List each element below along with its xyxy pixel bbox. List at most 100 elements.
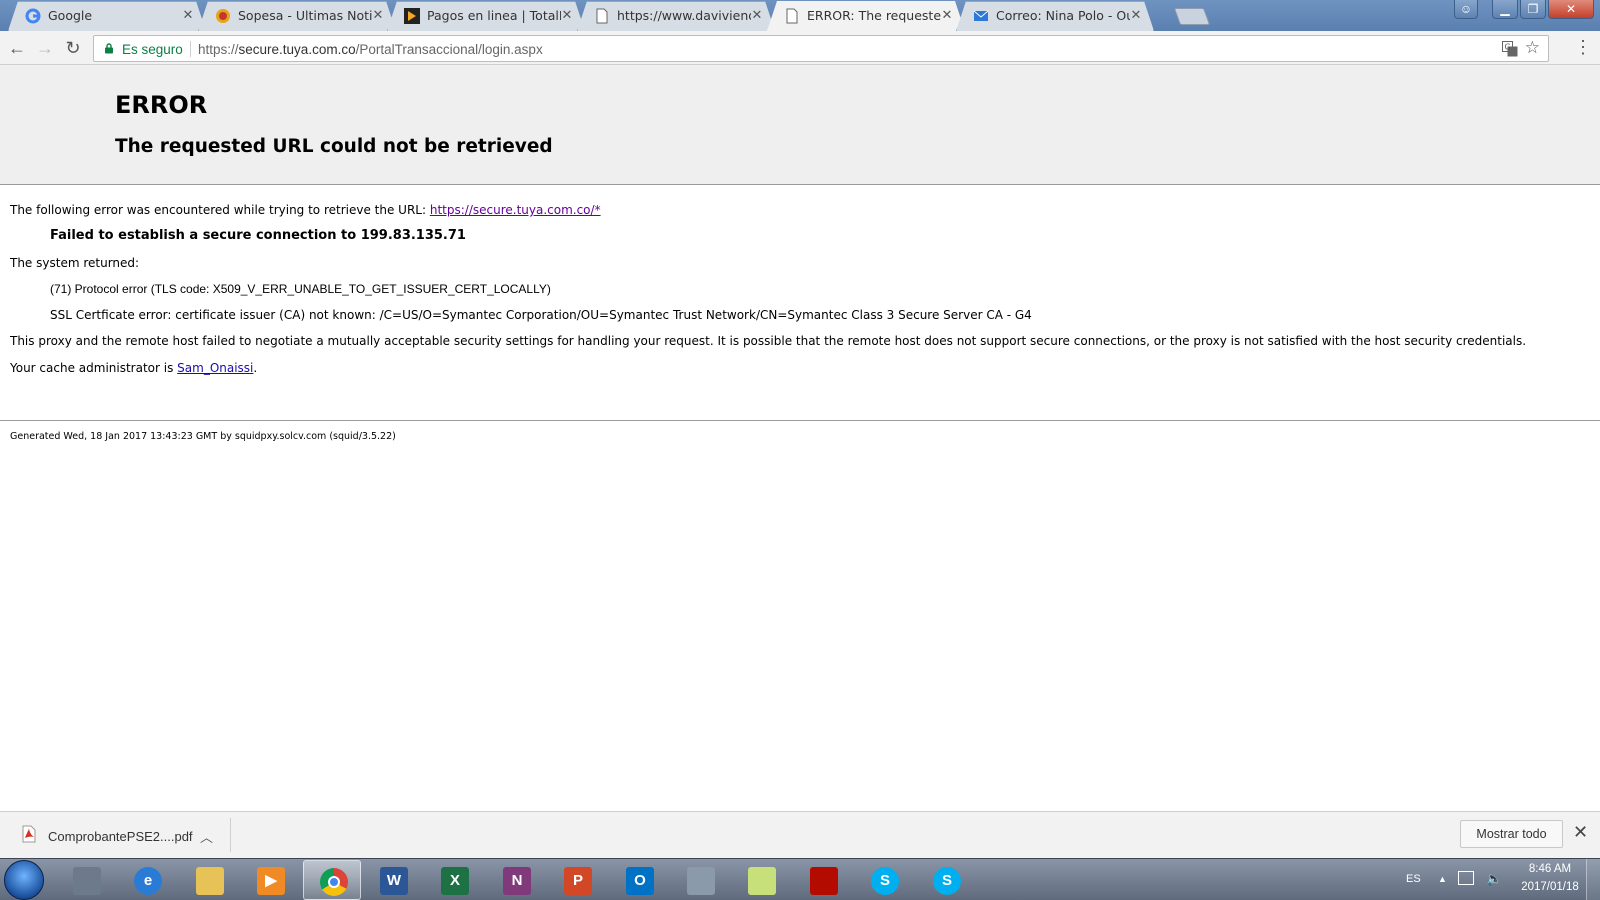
page-title: ERROR: [115, 91, 208, 119]
lock-icon: [105, 43, 113, 54]
protocol-error: (71) Protocol error (TLS code: X509_V_ER…: [50, 282, 551, 296]
address-bar[interactable]: Es seguro https://secure.tuya.com.co/Por…: [93, 35, 1549, 62]
network-icon[interactable]: [1458, 871, 1474, 885]
taskbar-app-media-player[interactable]: ▶: [241, 860, 299, 900]
tab-title: ERROR: The requested URL: [807, 8, 941, 23]
clock-time[interactable]: 8:46 AM: [1510, 863, 1590, 875]
error-header: ERROR The requested URL could not be ret…: [0, 66, 1600, 185]
tab-close-icon[interactable]: ✕: [750, 8, 764, 22]
error-message: Failed to establish a secure connection …: [50, 228, 466, 243]
tab-1[interactable]: Google ✕: [8, 1, 206, 31]
language-indicator[interactable]: ES: [1406, 873, 1421, 885]
ssl-error: SSL Certficate error: certificate issuer…: [50, 308, 1032, 322]
clock-date[interactable]: 2017/01/18: [1510, 881, 1590, 893]
media-player-icon: ▶: [257, 867, 285, 895]
tab-2[interactable]: Sopesa - Ultimas Noticias✕: [198, 1, 396, 31]
taskbar-app-skype[interactable]: S: [855, 860, 913, 900]
admin-link[interactable]: Sam_Onaissi: [177, 361, 253, 375]
reload-icon[interactable]: ↻: [62, 38, 84, 60]
mail-icon: [973, 8, 989, 24]
system-tray: ES ▲ 🔈 8:46 AM 2017/01/18: [1400, 859, 1600, 900]
show-desktop-button[interactable]: [1586, 859, 1600, 900]
internet-explorer-icon: e: [134, 867, 162, 895]
taskbar-app-chrome[interactable]: [303, 860, 361, 900]
tab-close-icon[interactable]: ✕: [181, 8, 195, 22]
taskbar-app-outlook[interactable]: O: [610, 860, 668, 900]
calculator-icon: [687, 867, 715, 895]
volume-icon[interactable]: 🔈: [1486, 871, 1502, 887]
tab-strip: Google✕Sopesa - Ultimas Noticias✕Pagos e…: [0, 0, 1600, 31]
tab-close-icon[interactable]: ✕: [371, 8, 385, 22]
taskbar-app-file-explorer[interactable]: [180, 860, 238, 900]
zend-studio-icon: [73, 867, 101, 895]
tab-close-icon[interactable]: ✕: [1129, 8, 1143, 22]
tab-5[interactable]: ERROR: The requested URL✕: [767, 1, 965, 31]
tab-title: https://www.davivienda.com: [617, 8, 751, 23]
window-controls: ☺ ▁ ❐ ✕: [1454, 0, 1594, 20]
close-window-button[interactable]: ✕: [1548, 0, 1594, 19]
browser-toolbar: ← → ↻ Es seguro https://secure.tuya.com.…: [0, 31, 1600, 65]
chevron-up-icon[interactable]: ︿: [200, 827, 213, 846]
admin-prefix: Your cache administrator is: [10, 361, 178, 375]
profile-icon[interactable]: ☺: [1454, 0, 1478, 19]
new-tab-button[interactable]: [1173, 8, 1211, 25]
tab-close-icon[interactable]: ✕: [560, 8, 574, 22]
url-host: secure.tuya.com.co: [238, 42, 356, 57]
totalplay-icon: [404, 8, 420, 24]
address-separator: [190, 41, 191, 57]
system-returned-label: The system returned:: [10, 256, 140, 270]
outlook-icon: O: [626, 867, 654, 895]
tab-3[interactable]: Pagos en linea | TotalPlay✕: [387, 1, 585, 31]
intro-line: The following error was encountered whil…: [10, 203, 601, 217]
download-item[interactable]: ComprobantePSE2....pdf ︿: [10, 819, 230, 853]
taskbar-app-sticky-notes[interactable]: [732, 860, 790, 900]
close-icon[interactable]: ✕: [1573, 822, 1588, 843]
admin-line: Your cache administrator is Sam_Onaissi.: [10, 361, 257, 375]
menu-icon[interactable]: ⋮: [1574, 38, 1592, 58]
sticky-notes-icon: [748, 867, 776, 895]
minimize-button[interactable]: ▁: [1492, 0, 1518, 19]
footer-divider: [0, 420, 1600, 421]
google-icon: [25, 8, 41, 24]
taskbar-app-calculator[interactable]: [671, 860, 729, 900]
show-all-button[interactable]: Mostrar todo: [1460, 820, 1563, 848]
admin-suffix: .: [253, 361, 258, 375]
chrome-icon: [320, 868, 348, 896]
page-icon: [784, 8, 800, 24]
proxy-explanation: This proxy and the remote host failed to…: [10, 334, 1527, 348]
word-icon: W: [380, 867, 408, 895]
url-text[interactable]: https://secure.tuya.com.co/PortalTransac…: [198, 42, 543, 57]
translate-icon[interactable]: G: [1502, 41, 1518, 57]
tray-expand-icon[interactable]: ▲: [1438, 874, 1447, 884]
page-content: ERROR The requested URL could not be ret…: [0, 66, 1600, 811]
sopesa-icon: [215, 8, 231, 24]
download-file-name: ComprobantePSE2....pdf: [48, 829, 193, 844]
taskbar-app-internet-explorer[interactable]: e: [118, 860, 176, 900]
taskbar-app-onenote[interactable]: N: [487, 860, 545, 900]
powerpoint-icon: P: [564, 867, 592, 895]
svg-text:G: G: [1505, 43, 1511, 52]
taskbar-app-skype-business[interactable]: S: [917, 860, 975, 900]
taskbar-app-zend-studio[interactable]: [57, 860, 115, 900]
restore-button[interactable]: ❐: [1520, 0, 1546, 19]
taskbar-app-excel[interactable]: X: [425, 860, 483, 900]
taskbar-app-word[interactable]: W: [364, 860, 422, 900]
tab-6[interactable]: Correo: Nina Polo - Outlook✕: [956, 1, 1154, 31]
forward-icon[interactable]: →: [34, 38, 56, 60]
start-button[interactable]: [4, 860, 44, 900]
taskbar: e ▶ W X N P O S S ES ▲ 🔈 8:46 AM 2017/01/18: [0, 858, 1600, 900]
back-icon[interactable]: ←: [6, 38, 28, 60]
pdf-file-icon: [22, 825, 36, 843]
tab-title: Sopesa - Ultimas Noticias: [238, 8, 372, 23]
url-path: /PortalTransaccional/login.aspx: [355, 42, 543, 57]
tab-4[interactable]: https://www.davivienda.com✕: [577, 1, 775, 31]
taskbar-app-powerpoint[interactable]: P: [548, 860, 606, 900]
tab-close-icon[interactable]: ✕: [940, 8, 954, 22]
secure-label: Es seguro: [122, 42, 183, 57]
bookmark-star-icon[interactable]: ☆: [1525, 38, 1540, 58]
tab-title: Correo: Nina Polo - Outlook: [996, 8, 1130, 23]
requested-url-link[interactable]: https://secure.tuya.com.co/*: [430, 203, 601, 217]
skype-business-icon: S: [933, 867, 961, 895]
tab-title: Pagos en linea | TotalPlay: [427, 8, 561, 23]
taskbar-app-acrobat[interactable]: [794, 860, 852, 900]
